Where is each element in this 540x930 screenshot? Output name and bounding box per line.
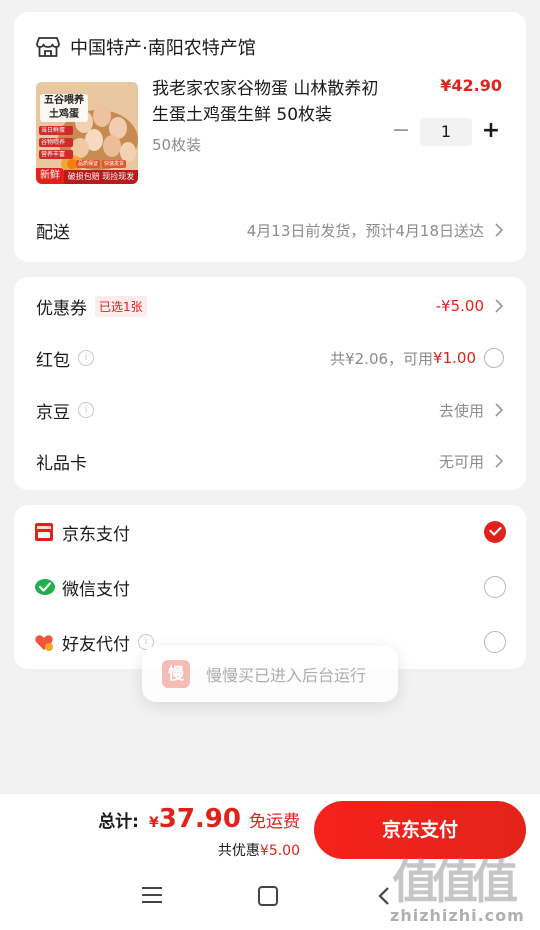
chevron-right-icon xyxy=(494,403,504,417)
saved-line: 共优惠¥5.00 xyxy=(218,840,300,860)
delivery-value: 4月13日前发货，预计4月18日送达 xyxy=(246,221,484,240)
image-side-tag: 当日鲜蛋 xyxy=(39,126,73,135)
payment-option-jd[interactable]: 京东支付 xyxy=(14,505,526,559)
coupon-value: -¥5.00 xyxy=(435,297,484,315)
recent-apps-icon[interactable] xyxy=(142,887,162,905)
checkout-bar: 总计: ¥ 37.90 免运费 共优惠¥5.00 京东支付 值值值 zhizhi… xyxy=(0,793,540,930)
payment-radio[interactable] xyxy=(484,631,506,653)
fresh-label: 新鲜 xyxy=(36,168,64,184)
image-badges: 品质保证 快速发货 xyxy=(76,160,127,168)
jingdou-value: 去使用 xyxy=(438,401,484,420)
wechat-pay-icon xyxy=(34,577,55,597)
manmanbuy-logo-icon: 慢 xyxy=(162,660,190,688)
chevron-right-icon xyxy=(494,223,504,237)
payment-radio[interactable] xyxy=(484,576,506,598)
redpack-amount: 共¥2.06，可用 ¥1.00 xyxy=(330,348,476,369)
free-shipping-label: 免运费 xyxy=(249,812,300,832)
jd-pay-icon xyxy=(34,522,54,542)
home-icon[interactable] xyxy=(258,886,278,906)
image-badge: 快速发货 xyxy=(102,160,127,168)
delivery-row[interactable]: 配送 4月13日前发货，预计4月18日送达 xyxy=(14,204,526,256)
info-icon[interactable]: i xyxy=(78,402,94,418)
coupon-label: 优惠券 xyxy=(36,298,87,319)
chevron-right-icon xyxy=(494,454,504,468)
watermark-logo: 值值值 xyxy=(392,855,518,909)
toast-text: 慢慢买已进入后台运行 xyxy=(206,666,367,685)
payment-option-wechat[interactable]: 微信支付 xyxy=(14,560,526,614)
product-price: ¥42.90 xyxy=(440,76,502,95)
friend-pay-icon xyxy=(34,632,54,652)
redpack-row: 红包 i 共¥2.06，可用 ¥1.00 xyxy=(14,332,526,384)
store-name: 中国特产·南阳农特产馆 xyxy=(70,38,256,59)
decrease-quantity-button[interactable]: − xyxy=(388,118,414,146)
payment-radio-checked[interactable] xyxy=(484,521,506,543)
quantity-value[interactable]: 1 xyxy=(420,118,472,146)
image-bottom-label: 破损包赔 现捡现发 xyxy=(64,170,138,184)
discounts-card: 优惠券 已选1张 -¥5.00 红包 i 共¥2.06，可用 ¥1.00 京豆 … xyxy=(14,277,526,490)
image-badge: 品质保证 xyxy=(76,160,101,168)
watermark: 值值值 zhizhizhi.com xyxy=(390,846,540,930)
saved-amount: ¥5.00 xyxy=(259,843,300,859)
store-card: 中国特产·南阳农特产馆 五谷喂养土鸡蛋 当日鲜蛋 谷物喂养 营养丰富 品质保证 … xyxy=(14,12,526,262)
giftcard-value: 无可用 xyxy=(438,452,484,471)
delivery-label: 配送 xyxy=(36,222,70,243)
store-icon xyxy=(36,36,60,58)
giftcard-row[interactable]: 礼品卡 无可用 xyxy=(14,435,526,487)
jingdou-label: 京豆 xyxy=(36,402,70,423)
product-title[interactable]: 我老家农家谷物蛋 山林散养初生蛋土鸡蛋生鲜 50枚装 xyxy=(152,76,392,128)
total-label: 总计: xyxy=(98,812,139,832)
payment-label: 京东支付 xyxy=(62,524,130,545)
total-currency: ¥ xyxy=(149,815,159,831)
coupon-row[interactable]: 优惠券 已选1张 -¥5.00 xyxy=(14,280,526,332)
image-side-tag: 谷物喂养 xyxy=(39,138,73,147)
product-spec: 50枚装 xyxy=(152,136,202,154)
redpack-available: ¥1.00 xyxy=(433,349,476,367)
payment-card: 京东支付 微信支付 好友代付 i xyxy=(14,505,526,669)
redpack-radio[interactable] xyxy=(484,348,504,368)
increase-quantity-button[interactable]: + xyxy=(478,118,504,146)
giftcard-label: 礼品卡 xyxy=(36,453,87,474)
image-side-tag: 营养丰富 xyxy=(39,150,73,159)
redpack-label: 红包 xyxy=(36,350,70,371)
product-image[interactable]: 五谷喂养土鸡蛋 当日鲜蛋 谷物喂养 营养丰富 品质保证 快速发货 新鲜 破损包赔… xyxy=(36,82,138,184)
jingdou-row[interactable]: 京豆 i 去使用 xyxy=(14,384,526,436)
coupon-selected-tag: 已选1张 xyxy=(95,295,147,317)
chevron-right-icon xyxy=(494,299,504,313)
info-icon[interactable]: i xyxy=(78,350,94,366)
total-amount: 37.90 xyxy=(158,804,241,834)
background-running-toast: 慢 慢慢买已进入后台运行 xyxy=(142,646,398,702)
total-line: 总计: ¥ 37.90 免运费 xyxy=(98,804,300,834)
saved-prefix: 共优惠 xyxy=(217,843,260,859)
quantity-stepper: − 1 + xyxy=(388,118,504,146)
image-side-tags: 当日鲜蛋 谷物喂养 营养丰富 xyxy=(39,126,73,162)
redpack-total: 共¥2.06，可用 xyxy=(330,349,434,368)
watermark-url: zhizhizhi.com xyxy=(390,906,525,925)
image-top-label: 五谷喂养土鸡蛋 xyxy=(40,94,88,122)
store-header[interactable]: 中国特产·南阳农特产馆 xyxy=(36,34,256,60)
payment-label: 好友代付 xyxy=(62,634,130,655)
payment-label: 微信支付 xyxy=(62,579,130,600)
